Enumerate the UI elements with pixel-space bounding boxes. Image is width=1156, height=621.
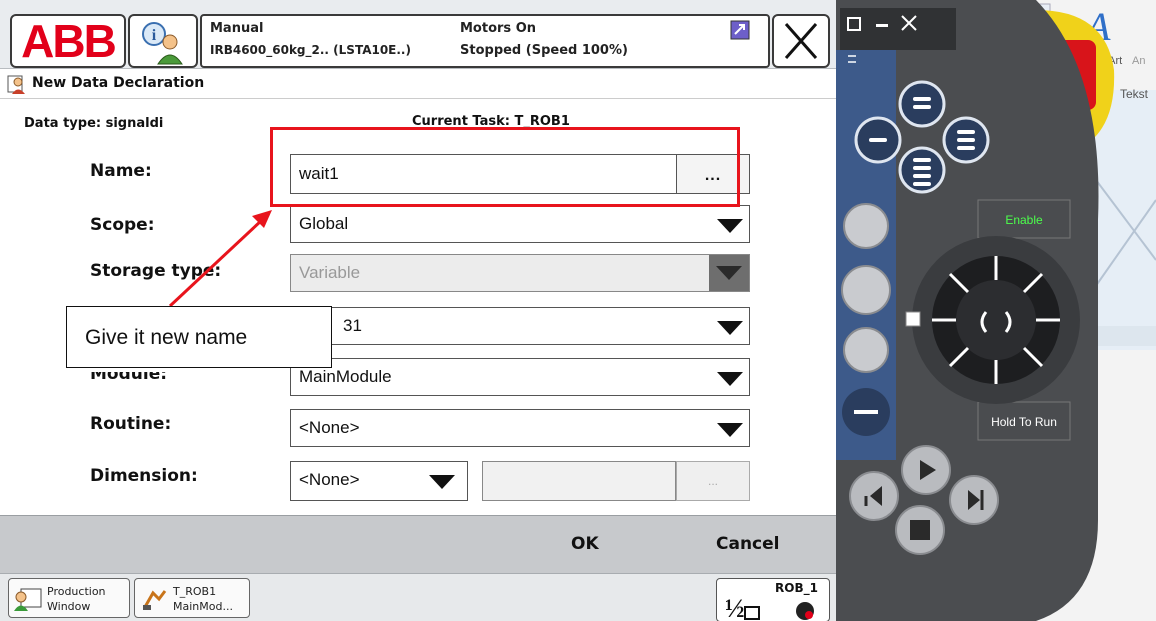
callout-text: Give it new name xyxy=(85,326,248,349)
flexpendant-hardware: Enable Hold To Run xyxy=(836,0,1115,621)
background-application: dArt An Tekst A A xyxy=(836,0,1156,621)
enable-label: Enable xyxy=(1005,213,1043,227)
callout-box: Give it new name xyxy=(66,306,332,368)
hold-to-run-label: Hold To Run xyxy=(991,415,1057,429)
stop-icon xyxy=(910,520,930,540)
flexpendant-screen: ABB i Manual IRB4600_60kg_2.. (LSTA10E..… xyxy=(0,0,836,621)
